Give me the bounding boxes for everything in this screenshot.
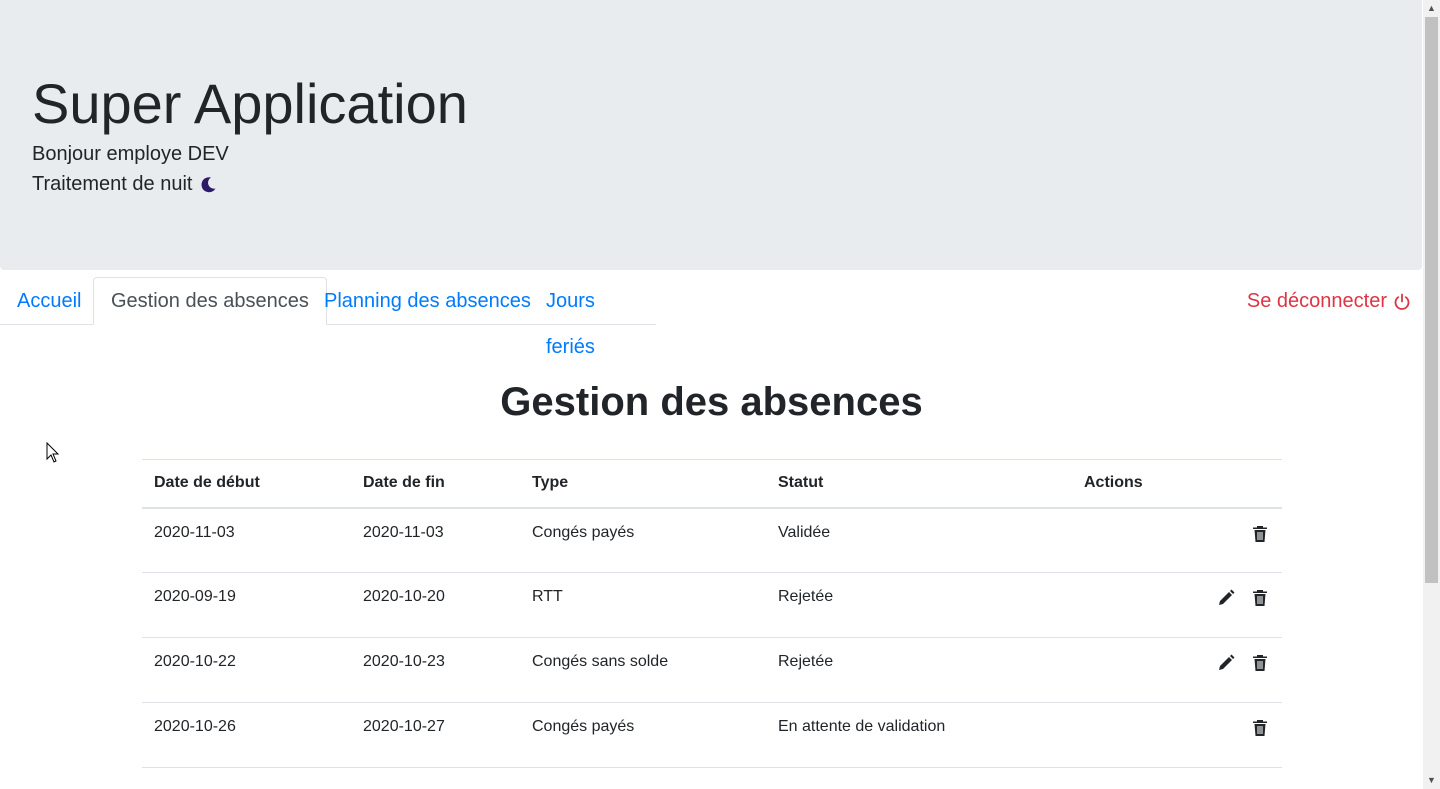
table-row: 2020-10-26 2020-10-27 Congés payés En at… <box>142 702 1282 768</box>
cell-end-date: 2020-10-20 <box>351 572 520 638</box>
tab-gestion-absences[interactable]: Gestion des absences <box>93 277 327 325</box>
scroll-down-arrow-icon[interactable]: ▼ <box>1423 772 1440 789</box>
table-row: 2020-09-19 2020-10-20 RTT Rejetée <box>142 572 1282 638</box>
nav-tabs: Accueil Gestion des absences Planning de… <box>0 277 656 358</box>
night-processing: Traitement de nuit <box>32 173 218 196</box>
absences-table: Date de début Date de fin Type Statut Ac… <box>142 459 1282 768</box>
scrollbar-thumb[interactable] <box>1425 17 1438 583</box>
table-row: 2020-11-03 2020-11-03 Congés payés Valid… <box>142 507 1282 573</box>
column-header-end-date: Date de fin <box>351 459 520 509</box>
cell-end-date: 2020-10-23 <box>351 637 520 703</box>
column-header-actions: Actions <box>1072 459 1282 509</box>
cell-status: Rejetée <box>766 572 1072 638</box>
tab-label: Planning des absences <box>324 290 531 312</box>
logout-label: Se déconnecter <box>1246 290 1387 312</box>
trash-icon[interactable] <box>1250 588 1270 608</box>
pencil-icon[interactable] <box>1216 588 1236 608</box>
power-icon <box>1393 293 1411 311</box>
column-header-status: Statut <box>766 459 1072 509</box>
scroll-up-arrow-icon[interactable]: ▲ <box>1423 0 1440 17</box>
trash-icon[interactable] <box>1250 718 1270 738</box>
cell-end-date: 2020-10-27 <box>351 702 520 768</box>
cell-status: Validée <box>766 507 1072 573</box>
trash-icon[interactable] <box>1250 653 1270 673</box>
vertical-scrollbar[interactable]: ▲ ▼ <box>1423 0 1440 789</box>
tab-planning-absences[interactable]: Planning des absences <box>307 278 548 324</box>
moon-icon[interactable] <box>198 175 218 195</box>
pencil-icon[interactable] <box>1216 653 1236 673</box>
cell-type: Congés payés <box>520 507 766 573</box>
page-title: Gestion des absences <box>500 380 923 424</box>
cell-start-date: 2020-09-19 <box>142 572 351 638</box>
cell-status: Rejetée <box>766 637 1072 703</box>
cell-actions <box>1072 637 1282 703</box>
mouse-cursor-icon <box>46 441 60 464</box>
cell-type: RTT <box>520 572 766 638</box>
tab-jours-feries[interactable]: Jours feriés <box>529 278 656 358</box>
tab-label: Accueil <box>17 290 82 312</box>
app-title: Super Application <box>32 72 468 135</box>
cell-type: Congés sans solde <box>520 637 766 703</box>
table-row: 2020-10-22 2020-10-23 Congés sans solde … <box>142 637 1282 703</box>
tab-label: Gestion des absences <box>111 290 309 312</box>
cell-actions <box>1072 572 1282 638</box>
header-jumbotron: Super Application Bonjour employe DEV Tr… <box>0 0 1422 270</box>
table-header-row: Date de début Date de fin Type Statut Ac… <box>142 459 1282 509</box>
cell-status: En attente de validation <box>766 702 1072 768</box>
cell-type: Congés payés <box>520 702 766 768</box>
cell-actions <box>1072 507 1282 573</box>
logout-link[interactable]: Se déconnecter <box>1247 290 1411 313</box>
column-header-start-date: Date de début <box>142 459 351 509</box>
column-header-type: Type <box>520 459 766 509</box>
trash-icon[interactable] <box>1250 524 1270 544</box>
tab-accueil[interactable]: Accueil <box>0 278 98 324</box>
night-processing-label: Traitement de nuit <box>32 173 193 195</box>
cell-actions <box>1072 702 1282 768</box>
greeting-text: Bonjour employe DEV <box>32 143 229 165</box>
cell-start-date: 2020-10-22 <box>142 637 351 703</box>
tab-label: Jours feriés <box>546 290 595 358</box>
cell-start-date: 2020-11-03 <box>142 507 351 573</box>
cell-start-date: 2020-10-26 <box>142 702 351 768</box>
cell-end-date: 2020-11-03 <box>351 507 520 573</box>
page: Super Application Bonjour employe DEV Tr… <box>0 0 1423 789</box>
